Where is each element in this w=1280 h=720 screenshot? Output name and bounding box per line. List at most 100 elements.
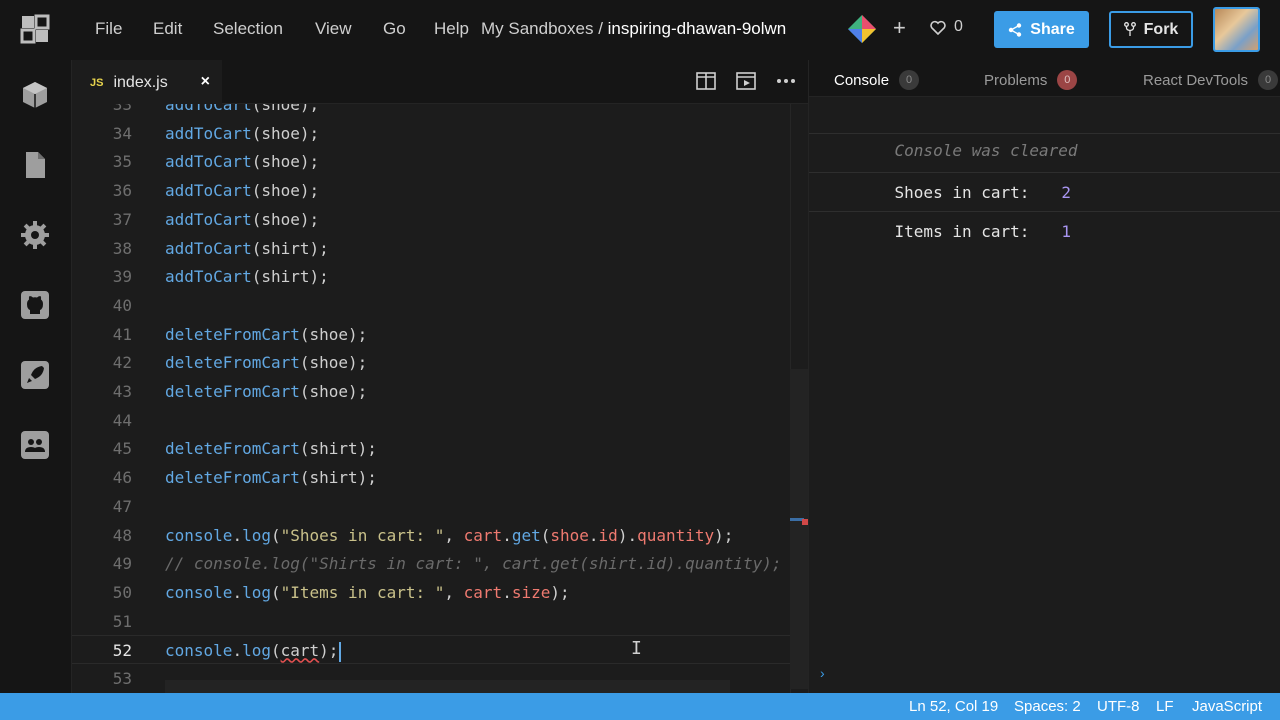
console-log-entry: Items in cart: 1	[809, 173, 1280, 241]
line-number: 34	[112, 123, 132, 143]
line-number: 37	[112, 209, 132, 229]
line-number: 33	[112, 104, 132, 114]
code-text: addToCart(shoe);	[165, 119, 319, 148]
code-line[interactable]: 50 console.log("Items in cart: ", cart.si…	[72, 578, 808, 607]
tab-console[interactable]: Console 0	[834, 70, 920, 90]
react-devtools-count-badge: 0	[1258, 70, 1279, 90]
code-token: log	[242, 641, 271, 661]
menu-view[interactable]: View	[315, 19, 352, 39]
code-line[interactable]: 35 addToCart(shoe);	[72, 147, 808, 176]
fork-label: Fork	[1143, 20, 1179, 38]
code-text: deleteFromCart(shoe);	[165, 320, 367, 349]
code-token: (shoe);	[299, 324, 368, 344]
cube-icon[interactable]	[20, 80, 50, 110]
code-text: console.log("Items in cart: ", cart.size…	[165, 578, 570, 607]
code-line[interactable]: 40	[72, 291, 808, 320]
rocket-icon[interactable]	[20, 360, 50, 390]
code-text: console.log("Shoes in cart: ", cart.get(…	[165, 521, 733, 550]
vertical-scrollbar-thumb[interactable]	[790, 369, 808, 689]
tab-react-devtools-label: React DevTools	[1143, 71, 1249, 89]
code-line[interactable]: 37 addToCart(shoe);	[72, 205, 808, 234]
tab-index-js[interactable]: JS index.js ×	[72, 60, 222, 104]
file-icon[interactable]	[20, 150, 50, 180]
code-line-active[interactable]: 52 console.log(cart);	[72, 635, 808, 665]
status-indentation[interactable]: Spaces: 2	[1014, 698, 1081, 715]
code-token: .	[232, 525, 243, 545]
add-icon[interactable]: +	[893, 15, 906, 41]
code-token: console	[165, 525, 233, 545]
fork-icon	[1123, 21, 1136, 36]
horizontal-scrollbar[interactable]	[165, 680, 730, 693]
code-line[interactable]: 44	[72, 406, 808, 435]
status-line-ending[interactable]: LF	[1156, 698, 1174, 715]
like-button[interactable]: 0	[930, 18, 963, 36]
share-button[interactable]: Share	[994, 11, 1089, 48]
gear-icon[interactable]	[20, 220, 50, 250]
breadcrumb-folder[interactable]: My Sandboxes	[481, 19, 593, 38]
code-line[interactable]: 39 addToCart(shirt);	[72, 262, 808, 291]
code-token: deleteFromCart	[165, 439, 300, 459]
code-token: addToCart	[165, 181, 252, 201]
user-avatar[interactable]	[1213, 7, 1260, 52]
code-token: );	[714, 525, 734, 545]
menu-help[interactable]: Help	[434, 19, 469, 39]
code-line[interactable]: 42 deleteFromCart(shoe);	[72, 348, 808, 377]
more-options-icon[interactable]	[776, 78, 796, 84]
codesandbox-logo-icon[interactable]	[20, 14, 50, 44]
editor-tab-bar: JS index.js ×	[72, 60, 808, 104]
code-line[interactable]: 34 addToCart(shoe);	[72, 119, 808, 148]
tab-label: index.js	[113, 74, 168, 91]
console-log-entry: Shoes in cart: 2	[809, 134, 1280, 202]
panel-tab-bar: Console 0 Problems 0 React DevTools 0	[809, 60, 1280, 97]
status-language[interactable]: JavaScript	[1192, 698, 1262, 715]
text-caret	[339, 641, 342, 662]
code-line[interactable]: 49 // console.log("Shirts in cart: ", car…	[72, 549, 808, 578]
code-line[interactable]: 45 deleteFromCart(shirt);	[72, 434, 808, 463]
line-number: 53	[112, 669, 132, 688]
code-line[interactable]: 36 addToCart(shoe);	[72, 176, 808, 205]
code-line[interactable]: 47	[72, 492, 808, 521]
line-number: 51	[112, 611, 132, 631]
preview-icon[interactable]	[736, 72, 756, 90]
menu-selection[interactable]: Selection	[213, 19, 283, 39]
code-token: size	[511, 582, 551, 602]
sandbox-name[interactable]: inspiring-dhawan-9olwn	[608, 19, 787, 38]
team-logo-icon[interactable]	[846, 13, 878, 45]
code-text: addToCart(shirt);	[165, 234, 329, 263]
tab-problems-label: Problems	[984, 71, 1048, 89]
menu-edit[interactable]: Edit	[153, 19, 182, 39]
menu-file[interactable]: File	[95, 19, 122, 39]
github-icon[interactable]	[20, 290, 50, 320]
code-line[interactable]: 46 deleteFromCart(shirt);	[72, 463, 808, 492]
code-token: console	[165, 582, 233, 602]
code-token: get	[511, 525, 541, 545]
status-cursor-position[interactable]: Ln 52, Col 19	[909, 698, 998, 715]
code-token: deleteFromCart	[165, 468, 300, 488]
code-token: .	[588, 525, 599, 545]
status-encoding[interactable]: UTF-8	[1097, 698, 1140, 715]
code-token: (shirt);	[251, 267, 329, 287]
split-editor-icon[interactable]	[696, 72, 716, 90]
code-line[interactable]: 43 deleteFromCart(shoe);	[72, 377, 808, 406]
line-number: 42	[112, 353, 132, 373]
code-line[interactable]: 41 deleteFromCart(shoe);	[72, 320, 808, 349]
breadcrumb: My Sandboxes / inspiring-dhawan-9olwn	[481, 19, 786, 39]
log-label: Items in cart:	[894, 222, 1030, 241]
code-editor[interactable]: 33 addToCart(shoe); 34 addToCart(shoe); 35 ad…	[72, 104, 808, 693]
users-icon[interactable]	[20, 430, 50, 460]
like-count: 0	[954, 18, 963, 35]
line-number: 49	[112, 554, 132, 574]
tab-problems[interactable]: Problems 0	[984, 70, 1078, 90]
code-line[interactable]: 33 addToCart(shoe);	[72, 104, 808, 119]
code-line[interactable]: 51	[72, 607, 808, 636]
close-tab-icon[interactable]: ×	[201, 73, 210, 91]
code-line[interactable]: 48 console.log("Shoes in cart: ", cart.ge…	[72, 521, 808, 550]
fork-button[interactable]: Fork	[1109, 11, 1193, 48]
code-line[interactable]: 38 addToCart(shirt);	[72, 234, 808, 263]
code-token: cart	[280, 641, 320, 661]
console-prompt-icon[interactable]: ›	[820, 665, 825, 681]
menu-go[interactable]: Go	[383, 19, 406, 39]
tab-react-devtools[interactable]: React DevTools 0	[1143, 70, 1279, 90]
code-text: addToCart(shoe);	[165, 205, 319, 234]
line-number: 45	[112, 439, 132, 459]
